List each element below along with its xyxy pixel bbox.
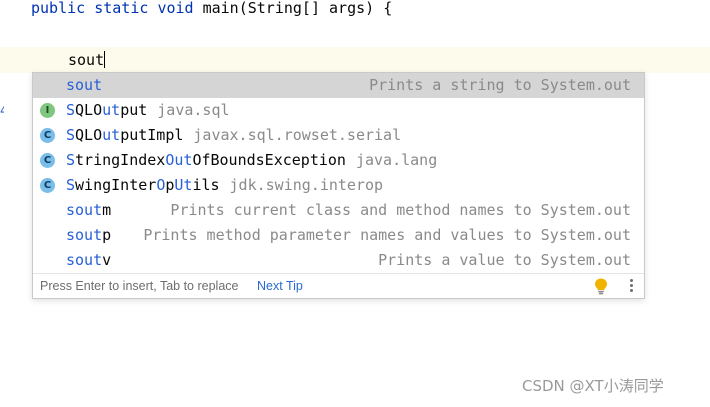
- keyword-void: void: [157, 0, 194, 17]
- completion-footer: Press Enter to insert, Tab to replace Ne…: [33, 273, 644, 298]
- completion-item-name: StringIndexOutOfBoundsException java.lang: [66, 151, 438, 169]
- completion-item-soutm[interactable]: soutm Prints current class and method na…: [33, 198, 644, 223]
- more-options-icon[interactable]: [627, 279, 635, 294]
- completion-item-sqloutputimpl[interactable]: C SQLOutputImpl javax.sql.rowset.serial: [33, 123, 644, 148]
- completion-item-name: SwingInterOpUtils jdk.swing.interop: [66, 176, 384, 194]
- completion-item-name: sout: [66, 76, 103, 94]
- completion-popup: sout Prints a string to System.out I SQL…: [32, 72, 645, 299]
- completion-item-description: Prints a value to System.out: [378, 251, 631, 269]
- completion-item-package: java.sql: [157, 101, 230, 119]
- code-line-main: public static void main(String[] args) {: [31, 0, 392, 18]
- completion-item-swinginteroputils[interactable]: C SwingInterOpUtils jdk.swing.interop: [33, 173, 644, 198]
- completion-item-soutv[interactable]: soutv Prints a value to System.out: [33, 248, 644, 273]
- text-caret: [104, 51, 106, 68]
- lightbulb-icon[interactable]: [594, 278, 608, 295]
- watermark: CSDN @XT小涛同学: [522, 377, 664, 395]
- completion-item-name: soutv: [66, 251, 112, 269]
- class-icon: C: [40, 153, 55, 168]
- completion-item-package: jdk.swing.interop: [229, 176, 384, 194]
- class-icon: C: [40, 178, 55, 193]
- completion-item-package: java.lang: [355, 151, 438, 169]
- typed-text[interactable]: sout: [68, 51, 104, 69]
- completion-item-sout[interactable]: sout Prints a string to System.out: [33, 73, 644, 98]
- completion-item-description: Prints current class and method names to…: [170, 201, 631, 219]
- current-line-highlight: [0, 47, 710, 73]
- footer-hint: Press Enter to insert, Tab to replace: [40, 279, 239, 293]
- interface-icon: I: [40, 103, 55, 118]
- completion-item-sqloutput[interactable]: I SQLOutput java.sql: [33, 98, 644, 123]
- completion-item-package: javax.sql.rowset.serial: [193, 126, 402, 144]
- method-signature: main(String[] args) {: [202, 0, 393, 17]
- code-line-typing[interactable]: sout: [68, 50, 106, 70]
- completion-item-stringindexoutofbounds[interactable]: C StringIndexOutOfBoundsException java.la…: [33, 148, 644, 173]
- completion-item-name: soutp: [66, 226, 112, 244]
- class-icon: C: [40, 128, 55, 143]
- keyword-static: static: [94, 0, 149, 17]
- completion-item-soutp[interactable]: soutp Prints method parameter names and …: [33, 223, 644, 248]
- completion-item-name: SQLOutputImpl javax.sql.rowset.serial: [66, 126, 402, 144]
- next-tip-link[interactable]: Next Tip: [257, 274, 303, 298]
- completion-item-description: Prints method parameter names and values…: [143, 226, 631, 244]
- completion-list: sout Prints a string to System.out I SQL…: [33, 73, 644, 273]
- completion-item-name: soutm: [66, 201, 112, 219]
- gutter-marker: 4: [0, 104, 4, 119]
- completion-item-name: SQLOutput java.sql: [66, 101, 230, 119]
- completion-item-description: Prints a string to System.out: [369, 76, 631, 94]
- keyword-public: public: [31, 0, 86, 17]
